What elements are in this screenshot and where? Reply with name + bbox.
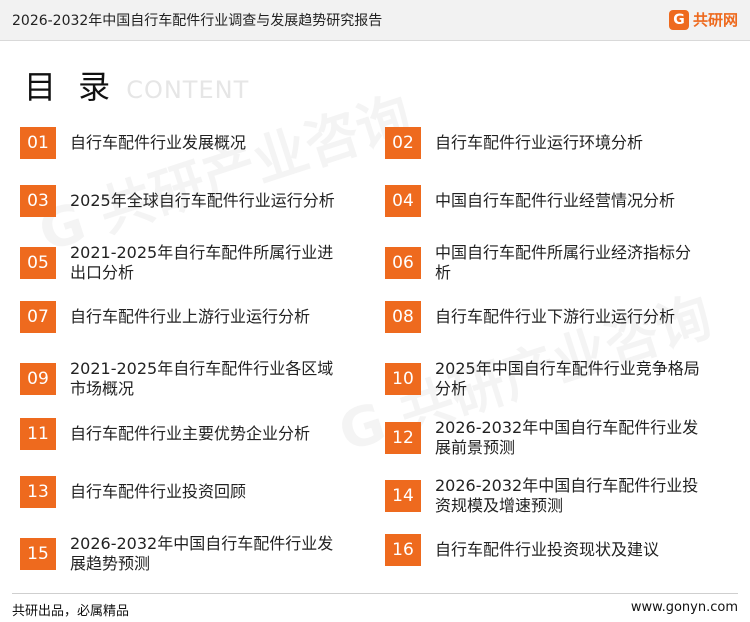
toc-number: 01 — [20, 127, 56, 159]
toc-label: 2026-2032年中国自行车配件行业发展趋势预测 — [70, 534, 334, 573]
toc-label: 2021-2025年自行车配件所属行业进出口分析 — [70, 243, 334, 282]
toc-number: 13 — [20, 476, 56, 508]
toc-number: 11 — [20, 418, 56, 450]
toc-label: 中国自行车配件所属行业经济指标分析 — [435, 243, 692, 282]
toc-item[interactable]: 09 2021-2025年自行车配件行业各区域市场概况 — [20, 359, 340, 399]
logo-text: 共研网 — [692, 11, 738, 29]
toc-label: 自行车配件行业投资现状及建议 — [435, 540, 660, 559]
header-bar: 2026-2032年中国自行车配件行业调查与发展趋势研究报告 G 共研网 — [0, 0, 750, 41]
toc-number: 10 — [385, 363, 421, 395]
toc-number: 03 — [20, 185, 56, 217]
heading-subtitle: CONTENT — [126, 76, 250, 104]
toc-number: 07 — [20, 301, 56, 333]
footer-divider — [12, 593, 738, 594]
toc-label: 自行车配件行业运行环境分析 — [435, 133, 644, 152]
toc-item[interactable]: 16 自行车配件行业投资现状及建议 — [385, 534, 705, 566]
toc-number: 08 — [385, 301, 421, 333]
toc-item[interactable]: 15 2026-2032年中国自行车配件行业发展趋势预测 — [20, 534, 340, 574]
toc-label: 2026-2032年中国自行车配件行业发展前景预测 — [435, 418, 699, 457]
toc-label: 自行车配件行业主要优势企业分析 — [70, 424, 311, 443]
toc-item[interactable]: 05 2021-2025年自行车配件所属行业进出口分析 — [20, 243, 340, 283]
toc-item[interactable]: 10 2025年中国自行车配件行业竞争格局分析 — [385, 359, 705, 399]
toc-label: 自行车配件行业发展概况 — [70, 133, 247, 152]
toc-number: 06 — [385, 247, 421, 279]
toc-number: 14 — [385, 480, 421, 512]
heading-title: 目 录 — [24, 68, 117, 106]
toc-item[interactable]: 12 2026-2032年中国自行车配件行业发展前景预测 — [385, 418, 705, 458]
toc-number: 05 — [20, 247, 56, 279]
toc-label: 2025年中国自行车配件行业竞争格局分析 — [435, 359, 700, 398]
toc-item[interactable]: 07 自行车配件行业上游行业运行分析 — [20, 301, 340, 333]
toc-number: 12 — [385, 422, 421, 454]
footer-url[interactable]: www.gonyn.com — [631, 600, 738, 615]
toc-item[interactable]: 08 自行车配件行业下游行业运行分析 — [385, 301, 705, 333]
logo-icon: G — [668, 9, 689, 30]
toc-label: 2021-2025年自行车配件行业各区域市场概况 — [70, 359, 334, 398]
toc-number: 16 — [385, 534, 421, 566]
page-heading: 目 录 CONTENT — [24, 62, 249, 108]
toc-label: 自行车配件行业投资回顾 — [70, 482, 247, 501]
toc-number: 15 — [20, 538, 56, 570]
toc-label: 2025年全球自行车配件行业运行分析 — [70, 191, 335, 210]
toc-number: 09 — [20, 363, 56, 395]
toc-label: 自行车配件行业下游行业运行分析 — [435, 307, 676, 326]
toc-item[interactable]: 14 2026-2032年中国自行车配件行业投资规模及增速预测 — [385, 476, 705, 516]
toc-item[interactable]: 06 中国自行车配件所属行业经济指标分析 — [385, 243, 705, 283]
report-title: 2026-2032年中国自行车配件行业调查与发展趋势研究报告 — [12, 13, 383, 29]
toc-item[interactable]: 04 中国自行车配件行业经营情况分析 — [385, 185, 705, 217]
toc-item[interactable]: 01 自行车配件行业发展概况 — [20, 127, 340, 159]
toc-label: 2026-2032年中国自行车配件行业投资规模及增速预测 — [435, 476, 699, 515]
toc-number: 02 — [385, 127, 421, 159]
toc-label: 自行车配件行业上游行业运行分析 — [70, 307, 311, 326]
toc-number: 04 — [385, 185, 421, 217]
footer-slogan: 共研出品，必属精品 — [12, 604, 130, 619]
toc-item[interactable]: 03 2025年全球自行车配件行业运行分析 — [20, 185, 340, 217]
brand-logo: G 共研网 — [668, 9, 738, 30]
toc-item[interactable]: 13 自行车配件行业投资回顾 — [20, 476, 340, 508]
toc-label: 中国自行车配件行业经营情况分析 — [435, 191, 676, 210]
toc-item[interactable]: 11 自行车配件行业主要优势企业分析 — [20, 418, 340, 450]
toc-item[interactable]: 02 自行车配件行业运行环境分析 — [385, 127, 705, 159]
